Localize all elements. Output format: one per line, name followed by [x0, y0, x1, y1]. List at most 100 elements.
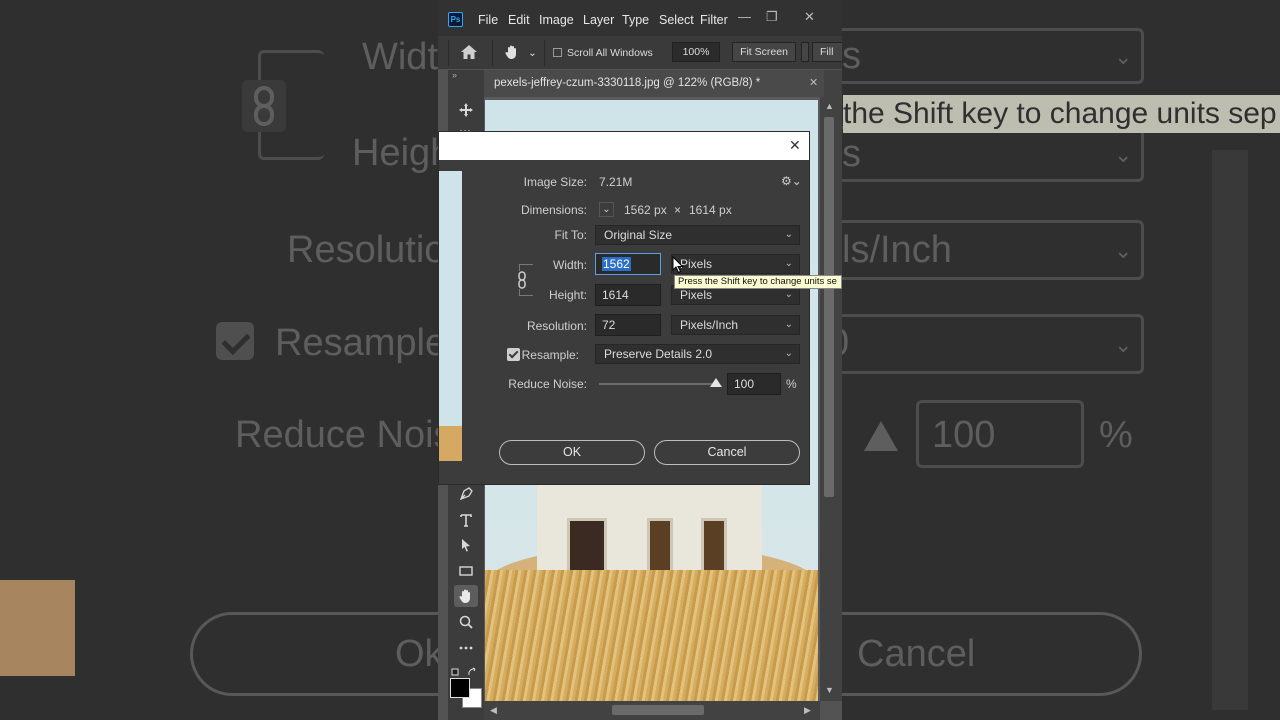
resolution-unit-dropdown[interactable]: Pixels/Inch ⌄ [671, 315, 800, 335]
resolution-label: Resolution: [526, 319, 587, 333]
ok-button[interactable]: OK [499, 440, 645, 465]
rectangle-tool-icon[interactable] [454, 560, 478, 582]
close-window-icon[interactable]: ✕ [804, 9, 815, 25]
vertical-scrollbar[interactable]: ▲ ▼ [820, 97, 842, 701]
menu-image[interactable]: Image [539, 13, 574, 27]
scroll-down-icon[interactable]: ▼ [825, 685, 834, 695]
zoom-field[interactable]: 100% [672, 42, 720, 62]
bg-preview-sand [0, 580, 75, 676]
height-value: 1614 [602, 288, 629, 302]
dimensions-times: × [674, 203, 682, 217]
bg-height-unit-dropdown [842, 126, 1144, 182]
reduce-noise-slider-thumb[interactable] [710, 378, 722, 387]
divider [544, 40, 545, 66]
width-value: 1562 [602, 257, 631, 271]
bg-scrollbar [1212, 150, 1248, 710]
type-tool-icon[interactable] [454, 509, 478, 531]
menu-select[interactable]: Select [659, 13, 694, 27]
menu-bar: Ps File Edit Image Layer Type Select Fil… [438, 0, 842, 36]
resample-label: Resample: [521, 348, 579, 362]
reduce-noise-field[interactable]: 100 [727, 373, 781, 395]
minimize-icon[interactable]: — [738, 9, 751, 24]
chevron-down-icon: ⌄ [784, 229, 793, 240]
horizontal-scroll-thumb[interactable] [612, 705, 704, 715]
menu-file[interactable]: File [478, 13, 498, 27]
bg-resample-label: Resample [275, 322, 438, 364]
move-tool-icon[interactable] [454, 99, 478, 121]
cancel-button[interactable]: Cancel [654, 440, 800, 465]
reduce-noise-percent: % [786, 377, 797, 391]
swap-colors-icon[interactable] [451, 666, 481, 678]
width-unit-dropdown[interactable]: Pixels ⌄ [671, 254, 800, 274]
fit-to-label: Fit To: [554, 228, 587, 242]
image-size-dialog: ✕ Image Size: 7.21M ⚙⌄ Dimensions: ⌄ 156… [438, 131, 810, 485]
image-preview[interactable] [439, 171, 462, 461]
menu-filter[interactable]: Filter [700, 13, 728, 27]
resolution-unit-value: Pixels/Inch [680, 318, 739, 332]
close-tab-icon[interactable]: ✕ [809, 70, 818, 97]
fill-screen-icon[interactable] [801, 42, 809, 62]
maximize-icon[interactable]: ❐ [766, 9, 778, 25]
vertical-scroll-thumb[interactable] [824, 117, 834, 497]
divider [492, 40, 493, 66]
foreground-color-swatch[interactable] [450, 678, 470, 698]
scroll-all-windows-checkbox[interactable] [553, 48, 562, 57]
bg-resolution-unit-text: ls/Inch [842, 229, 952, 271]
fit-to-value: Original Size [604, 228, 673, 242]
chevron-down-icon: ⌄ [784, 348, 793, 359]
hand-tool-icon[interactable] [454, 585, 478, 607]
bg-ok-label: Ok [395, 633, 438, 675]
menu-type[interactable]: Type [622, 13, 649, 27]
height-field[interactable]: 1614 [595, 284, 661, 306]
bg-width-unit-dropdown [842, 28, 1144, 84]
preview-sand [439, 426, 462, 461]
zoom-tool-icon[interactable] [454, 611, 478, 633]
reduce-noise-slider-track[interactable] [599, 383, 717, 385]
tool-preset-chevron-icon[interactable]: ⌄ [528, 47, 537, 59]
menu-edit[interactable]: Edit [508, 13, 530, 27]
width-label: Width: [552, 258, 587, 272]
bg-reduce-noise-label: Reduce Nois [235, 414, 438, 456]
constrain-proportions-link-icon[interactable] [516, 271, 528, 289]
horizontal-scrollbar[interactable]: ◀ ▶ [484, 701, 820, 720]
bg-noise-value: 100 [932, 414, 996, 456]
pen-tool-icon[interactable] [454, 483, 478, 505]
resample-checkbox[interactable] [507, 348, 520, 361]
fit-to-dropdown[interactable]: Original Size ⌄ [595, 225, 800, 245]
options-bar: ⌄ Scroll All Windows 100% Fit Screen Fil… [438, 36, 842, 69]
bg-noise-percent: % [1099, 414, 1133, 456]
scroll-right-icon[interactable]: ▶ [804, 705, 811, 716]
collapse-panel-icon[interactable]: » [452, 70, 457, 80]
bg-resample-checkbox [216, 322, 254, 360]
scroll-left-icon[interactable]: ◀ [490, 705, 497, 716]
more-tools-icon[interactable] [454, 637, 478, 659]
document-tab[interactable]: pexels-jeffrey-czum-3330118.jpg @ 122% (… [484, 70, 824, 97]
house-window [647, 518, 673, 573]
path-selection-tool-icon[interactable] [454, 534, 478, 556]
home-icon[interactable] [460, 44, 478, 60]
reduce-noise-label: Reduce Noise: [508, 377, 587, 391]
resample-method-dropdown[interactable]: Preserve Details 2.0 ⌄ [595, 344, 800, 364]
fit-screen-button[interactable]: Fit Screen [732, 42, 796, 62]
hand-tool-icon[interactable] [504, 44, 520, 60]
scroll-up-icon[interactable]: ▲ [825, 101, 834, 111]
height-label: Height: [548, 288, 587, 302]
bg-height-label: Heigh [352, 132, 438, 174]
settings-gear-icon[interactable]: ⚙⌄ [781, 174, 802, 188]
dialog-close-icon[interactable]: ✕ [789, 137, 801, 154]
resolution-field[interactable]: 72 [595, 314, 661, 336]
bg-chevron-icon: ⌄ [1114, 44, 1133, 69]
fill-screen-button[interactable]: Fill [812, 42, 842, 62]
document-tab-bar: pexels-jeffrey-czum-3330118.jpg @ 122% (… [484, 70, 842, 97]
reduce-noise-value: 100 [734, 377, 755, 391]
bg-height-unit-text: s [842, 133, 861, 175]
dimensions-label: Dimensions: [520, 203, 587, 217]
video-frame: Width Heigh Resolutio Resample Reduce No… [0, 0, 1280, 720]
width-field[interactable]: 1562 [595, 253, 661, 275]
dimensions-chevron-icon[interactable]: ⌄ [599, 202, 614, 217]
bg-width-label: Width [362, 36, 438, 78]
bg-slider-thumb [864, 421, 898, 451]
bg-chevron-icon: ⌄ [1114, 238, 1133, 263]
menu-layer[interactable]: Layer [583, 13, 614, 27]
resample-method-value: Preserve Details 2.0 [604, 347, 713, 361]
